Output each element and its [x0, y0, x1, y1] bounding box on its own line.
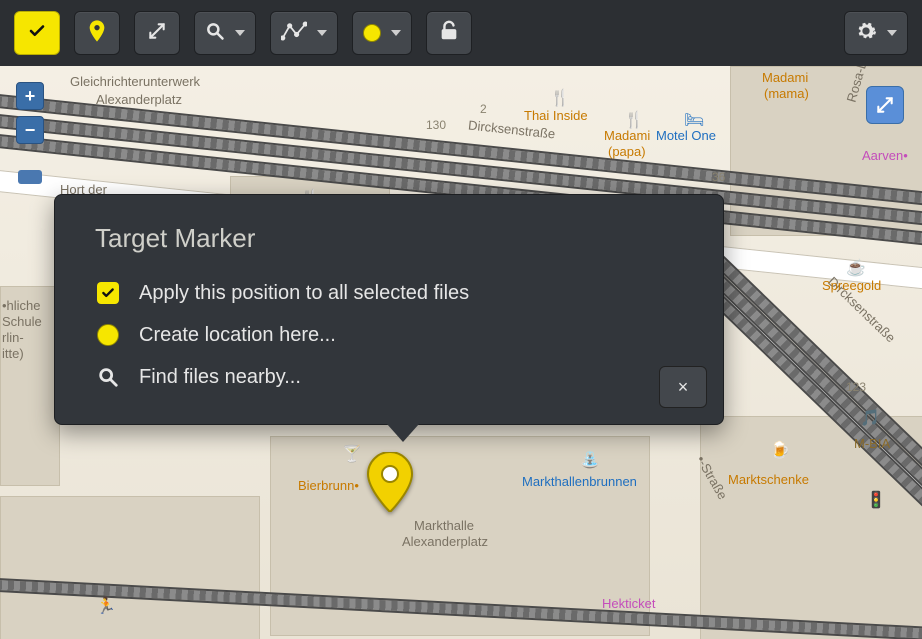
zoom-control: + − [16, 82, 44, 184]
poi-label: Alexanderplatz [96, 92, 182, 107]
close-icon: × [678, 377, 689, 398]
caret-icon [391, 30, 401, 36]
expand-button[interactable] [134, 11, 180, 55]
house-number: 36 [712, 170, 725, 184]
search-icon [205, 21, 225, 46]
zoom-level-indicator [18, 170, 42, 184]
pin-icon [89, 20, 105, 47]
gear-icon [855, 20, 877, 47]
marker-button[interactable] [74, 11, 120, 55]
poi-icon: ⛲ [580, 450, 600, 470]
poi-label: Spreegold [822, 278, 881, 293]
poi-icon: ☕ [846, 258, 866, 278]
expand-icon [147, 21, 167, 46]
poi-label: itte) [2, 346, 24, 361]
popup-item-apply[interactable]: Apply this position to all selected file… [95, 272, 683, 314]
popup-item-label: Create location here... [139, 324, 336, 347]
poi-icon: 🍴 [550, 88, 570, 108]
poi-label: Markthalle [414, 518, 474, 533]
popup-title: Target Marker [95, 223, 683, 254]
poi-label: Bierbrunn• [298, 478, 359, 493]
poi-label: Alexanderplatz [402, 534, 488, 549]
poi-label: Thai Inside [524, 108, 588, 123]
zoom-out-button[interactable]: − [16, 116, 44, 144]
popup-item-label: Apply this position to all selected file… [139, 282, 469, 305]
house-number: 2 [480, 102, 487, 116]
caret-icon [235, 30, 245, 36]
poi-icon: 🚦 [866, 490, 886, 510]
fullscreen-button[interactable] [866, 86, 904, 124]
poi-label: Aarven• [862, 148, 908, 163]
check-icon [28, 22, 46, 45]
poi-label: Madami [762, 70, 808, 85]
poi-icon: 🍸 [342, 444, 362, 464]
poi-label: •hliche [2, 298, 41, 313]
poi-label: Madami [604, 128, 650, 143]
apply-button[interactable] [14, 11, 60, 55]
popup-close-button[interactable]: × [659, 366, 707, 408]
poi-icon: 🍴 [624, 110, 644, 130]
poi-label: Motel One [656, 128, 716, 143]
poi-label: Markthallenbrunnen [522, 474, 637, 489]
house-number: 130 [426, 118, 446, 132]
top-toolbar [0, 0, 922, 66]
context-popup: Target Marker Apply this position to all… [54, 194, 724, 425]
poi-icon: 🍺 [770, 440, 790, 460]
color-dropdown[interactable] [352, 11, 412, 55]
map-canvas[interactable]: + − DircksenstraßeDircksenstraßeRosa-L••… [0, 66, 922, 639]
search-icon [95, 364, 121, 390]
dot-icon [95, 322, 121, 348]
poi-icon: 🎵 [860, 408, 880, 428]
poi-label: Gleichrichterunterwerk [70, 74, 200, 89]
zoom-in-button[interactable]: + [16, 82, 44, 110]
settings-dropdown[interactable] [844, 11, 908, 55]
caret-icon [317, 30, 327, 36]
lock-button[interactable] [426, 11, 472, 55]
polyline-icon [281, 21, 307, 46]
search-dropdown[interactable] [194, 11, 256, 55]
popup-item-label: Find files nearby... [139, 366, 301, 389]
poi-label: Marktschenke [728, 472, 809, 487]
poi-label: rlin- [2, 330, 24, 345]
poi-label: Schule [2, 314, 42, 329]
popup-item-find-nearby[interactable]: Find files nearby... [95, 356, 683, 398]
check-icon [95, 280, 121, 306]
popup-item-create-location[interactable]: Create location here... [95, 314, 683, 356]
poi-icon: 🏃 [96, 596, 116, 616]
caret-icon [887, 30, 897, 36]
track-dropdown[interactable] [270, 11, 338, 55]
poi-icon: 🛏 [684, 110, 704, 130]
unlock-icon [438, 20, 460, 47]
poi-label: (papa) [608, 144, 646, 159]
target-marker[interactable] [366, 452, 414, 517]
poi-label: M-BIA [854, 436, 890, 451]
poi-label: (mama) [764, 86, 809, 101]
dot-icon [363, 24, 381, 42]
house-number: 123 [846, 380, 866, 394]
poi-label: Hekticket [602, 596, 655, 611]
